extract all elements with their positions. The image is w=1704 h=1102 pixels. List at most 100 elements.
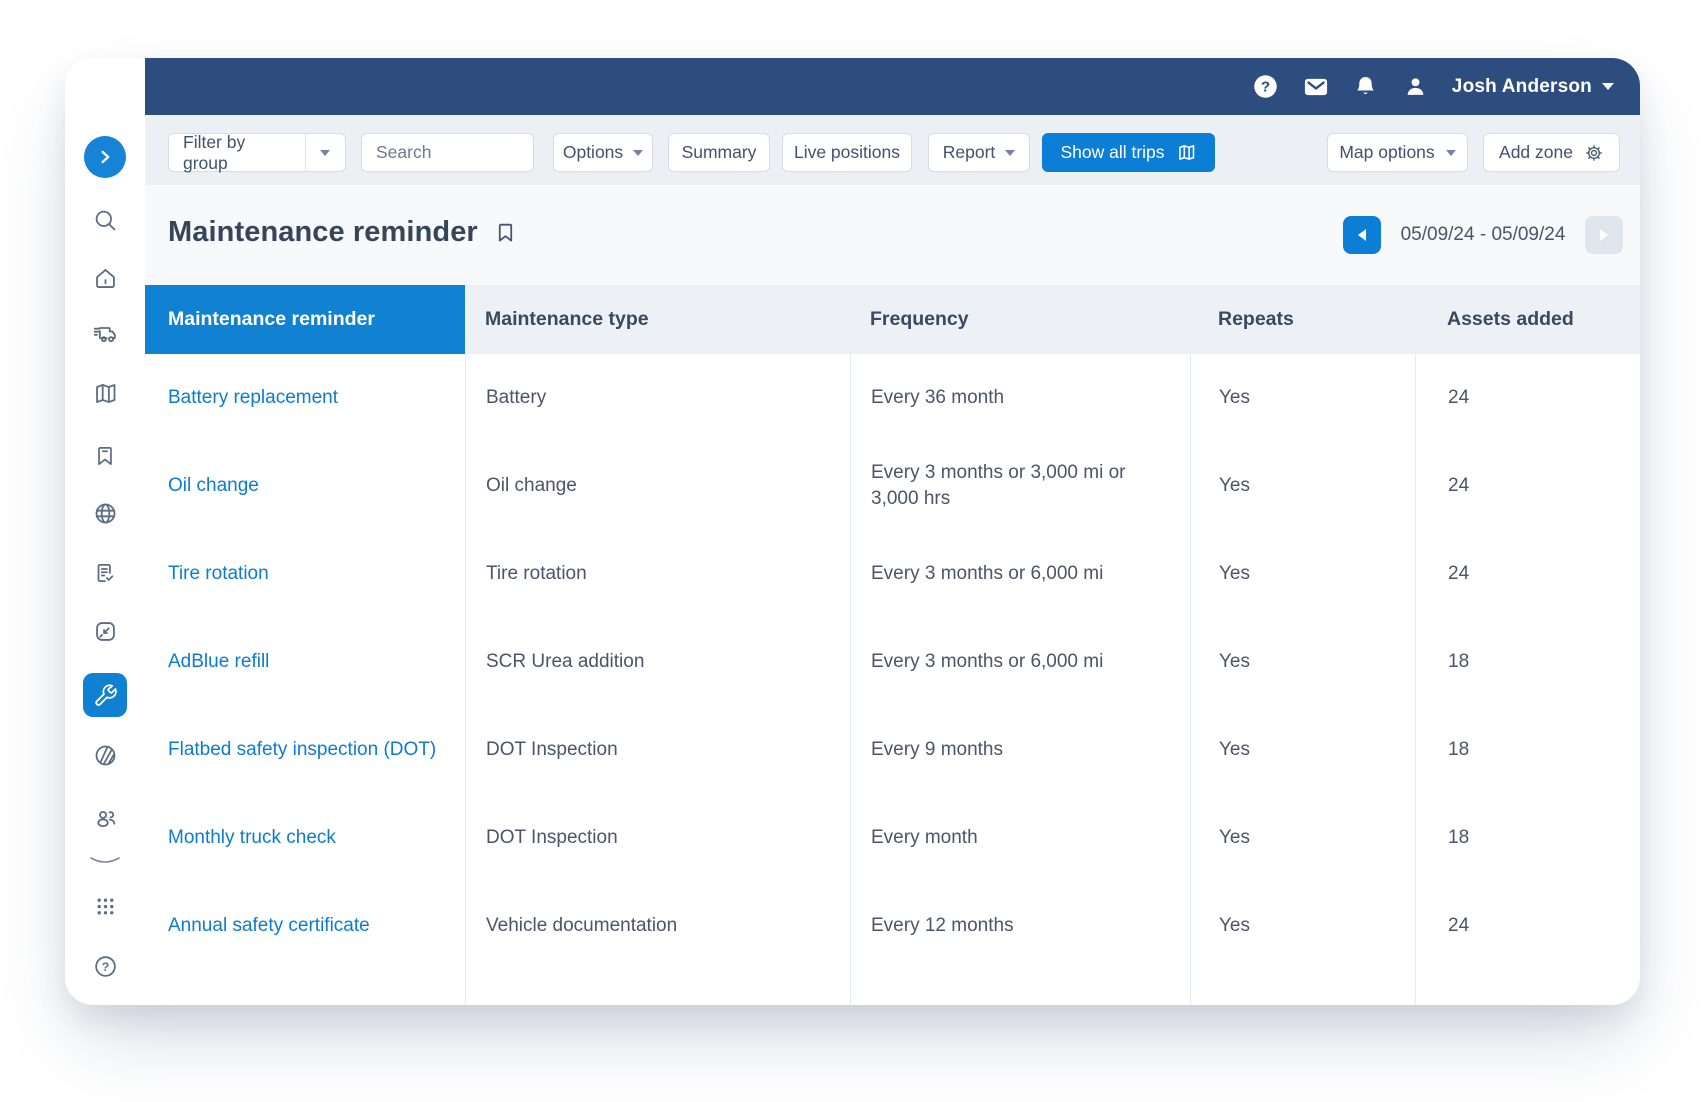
maintenance-type-cell xyxy=(465,970,850,1005)
sidebar-item-eco-driving[interactable] xyxy=(83,733,127,777)
sidebar-item-search[interactable] xyxy=(83,198,127,242)
sidebar-item-bookmarks[interactable] xyxy=(83,434,127,478)
repeats-cell: Yes xyxy=(1190,354,1415,442)
globe-icon xyxy=(92,500,119,527)
assets-added-cell: 24 xyxy=(1415,530,1640,618)
show-all-trips-button[interactable]: Show all trips xyxy=(1042,133,1215,172)
reminder-link[interactable]: Tire rotation xyxy=(168,561,269,587)
table-row: Oil change Oil change Every 3 months or … xyxy=(145,442,1640,530)
reminder-link[interactable]: Flatbed safety inspection (DOT) xyxy=(168,737,436,763)
sidebar-item-vehicles[interactable] xyxy=(83,313,127,357)
sidebar-item-apps[interactable] xyxy=(83,884,127,928)
frequency-cell: Every month xyxy=(871,825,978,851)
help-icon: ? xyxy=(92,953,119,980)
reminder-link[interactable]: AdBlue refill xyxy=(168,649,269,675)
add-zone-button[interactable]: Add zone xyxy=(1483,133,1620,172)
live-positions-label: Live positions xyxy=(794,142,900,163)
column-header-maintenance-reminder[interactable]: Maintenance reminder xyxy=(145,285,465,354)
notifications-icon[interactable] xyxy=(1352,73,1380,101)
map-options-label: Map options xyxy=(1339,142,1434,163)
table-row: Monthly truck check DOT Inspection Every… xyxy=(145,794,1640,882)
assets-added-cell: 24 xyxy=(1415,442,1640,530)
apps-grid-icon xyxy=(92,893,119,920)
sidebar-item-help[interactable]: ? xyxy=(83,944,127,988)
column-header-frequency[interactable]: Frequency xyxy=(850,285,1190,354)
maintenance-type-cell: DOT Inspection xyxy=(465,794,850,882)
mail-icon[interactable] xyxy=(1302,73,1330,101)
repeats-cell: Yes xyxy=(1190,530,1415,618)
sidebar-item-maintenance[interactable] xyxy=(83,673,127,717)
user-menu[interactable]: Josh Anderson xyxy=(1452,76,1614,98)
main-area: ? Josh Anderson Filter by g xyxy=(145,58,1640,1005)
reminder-link[interactable]: Battery replacement xyxy=(168,385,338,411)
truck-icon xyxy=(91,321,119,349)
sidebar-item-reports[interactable] xyxy=(83,551,127,595)
filter-by-group-caret[interactable] xyxy=(305,134,345,171)
repeats-cell xyxy=(1190,970,1415,1005)
reminder-link[interactable]: Annual safety certificate xyxy=(168,913,370,939)
column-header-repeats[interactable]: Repeats xyxy=(1190,285,1415,354)
repeats-cell: Yes xyxy=(1190,706,1415,794)
svg-text:?: ? xyxy=(1261,79,1270,96)
maintenance-type-cell: Tire rotation xyxy=(465,530,850,618)
date-range: 05/09/24 - 05/09/24 xyxy=(1395,216,1571,254)
map-icon xyxy=(92,380,119,407)
filter-by-group-button[interactable]: Filter by group xyxy=(168,133,346,172)
assets-added-cell: 24 xyxy=(1415,882,1640,970)
sidebar-expand-button[interactable] xyxy=(84,136,126,178)
user-name: Josh Anderson xyxy=(1452,76,1592,98)
chevron-left-icon xyxy=(1358,229,1366,241)
bookmark-icon[interactable] xyxy=(493,220,518,245)
search-icon xyxy=(92,207,119,234)
gear-icon xyxy=(1584,143,1604,163)
maintenance-type-cell: Battery xyxy=(465,354,850,442)
maintenance-type-cell: Vehicle documentation xyxy=(465,882,850,970)
frequency-cell: Every 36 month xyxy=(871,385,1004,411)
options-button[interactable]: Options xyxy=(553,133,653,172)
date-prev-button[interactable] xyxy=(1343,216,1381,254)
sidebar-item-settings[interactable] xyxy=(83,1003,127,1005)
date-next-button[interactable] xyxy=(1585,216,1623,254)
column-header-assets-added[interactable]: Assets added xyxy=(1415,285,1640,354)
bookmark-icon xyxy=(92,443,118,469)
resize-icon xyxy=(92,618,119,645)
search-input[interactable] xyxy=(361,133,534,172)
user-icon[interactable] xyxy=(1402,73,1430,101)
sidebar-item-web[interactable] xyxy=(83,491,127,535)
assets-added-cell: 18 xyxy=(1415,618,1640,706)
summary-button[interactable]: Summary xyxy=(668,133,770,172)
filter-by-group-label: Filter by group xyxy=(169,134,305,171)
maintenance-type-cell: SCR Urea addition xyxy=(465,618,850,706)
show-all-trips-label: Show all trips xyxy=(1060,142,1164,163)
sidebar-divider xyxy=(88,854,122,872)
app-window: ? ? Josh Anderso xyxy=(65,58,1640,1005)
report-button[interactable]: Report xyxy=(928,133,1030,172)
table-body: Battery replacement Battery Every 36 mon… xyxy=(145,354,1640,1005)
home-icon xyxy=(92,265,119,292)
chevron-down-icon xyxy=(1005,150,1015,156)
live-positions-button[interactable]: Live positions xyxy=(782,133,912,172)
table-row: Flatbed safety inspection (DOT) DOT Insp… xyxy=(145,706,1640,794)
sidebar-item-users[interactable] xyxy=(83,796,127,840)
help-icon[interactable]: ? xyxy=(1252,73,1280,101)
sidebar-item-resize[interactable] xyxy=(83,609,127,653)
chevron-down-icon xyxy=(633,150,643,156)
maintenance-type-cell: Oil change xyxy=(465,442,850,530)
frequency-cell: Every 3 months or 6,000 mi xyxy=(871,561,1103,587)
frequency-cell: Every 9 months xyxy=(871,737,1003,763)
sidebar-item-home[interactable] xyxy=(83,256,127,300)
chevron-down-icon xyxy=(1602,83,1614,90)
map-options-button[interactable]: Map options xyxy=(1327,133,1468,172)
options-label: Options xyxy=(563,142,623,163)
table-row: AdBlue refill SCR Urea addition Every 3 … xyxy=(145,618,1640,706)
reminder-link[interactable]: Monthly truck check xyxy=(168,825,336,851)
report-check-icon xyxy=(92,560,118,586)
reminder-link[interactable]: Oil change xyxy=(168,473,259,499)
chevron-down-icon xyxy=(320,150,330,156)
report-label: Report xyxy=(943,142,996,163)
column-header-maintenance-type[interactable]: Maintenance type xyxy=(465,285,850,354)
sidebar-item-map[interactable] xyxy=(83,371,127,415)
frequency-cell: Every 12 months xyxy=(871,913,1014,939)
add-zone-label: Add zone xyxy=(1499,142,1573,163)
frequency-cell: Every 3 months or 6,000 mi xyxy=(871,649,1103,675)
